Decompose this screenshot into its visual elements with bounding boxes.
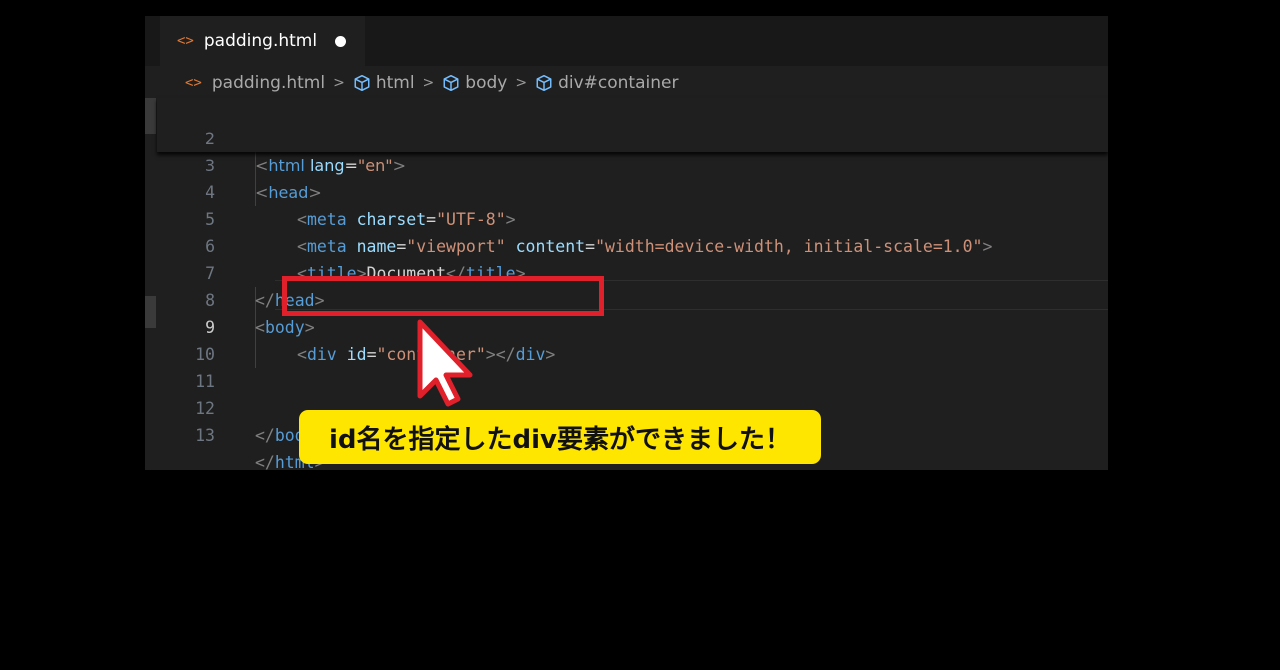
code-line[interactable]: 10 <box>145 314 1108 364</box>
code-line[interactable]: 6 <title>Document</title> <box>145 206 1108 283</box>
line-number: 13 <box>195 426 215 445</box>
code-token: </ <box>255 426 275 445</box>
tab-label: padding.html <box>203 31 318 51</box>
breadcrumb-item-file[interactable]: padding.html <box>212 73 325 93</box>
code-token: > <box>308 183 322 202</box>
tab-padding-html[interactable]: <> padding.html <box>160 16 365 66</box>
code-token: head <box>268 183 309 202</box>
code-token: < <box>255 156 269 175</box>
highlight-box <box>282 276 604 316</box>
cube-icon <box>354 74 370 92</box>
cube-icon <box>443 74 459 92</box>
breadcrumb-item-body[interactable]: body <box>465 73 507 93</box>
chevron-right-icon: > <box>515 75 528 91</box>
chevron-right-icon: > <box>333 75 345 91</box>
sticky-scroll-header[interactable]: 2 <html lang="en"> 3 <head> <box>157 98 1108 202</box>
code-line[interactable]: 7 </head> <box>145 233 1108 310</box>
code-text: <head> <box>255 179 322 206</box>
code-line[interactable]: 2 <html lang="en"> <box>145 98 1108 175</box>
html-file-icon: <> <box>185 75 202 91</box>
breadcrumb-item-div-container[interactable]: div#container <box>558 73 678 93</box>
code-token: </ <box>255 453 275 470</box>
callout-label: id名を指定したdiv要素ができました！ <box>299 410 821 464</box>
chevron-right-icon: > <box>422 75 435 91</box>
code-token: "en" <box>357 156 393 175</box>
html-file-icon: <> <box>177 33 194 49</box>
breadcrumb: <> padding.html > html > body > div#cont… <box>185 70 678 96</box>
cursor-arrow-icon <box>417 319 473 407</box>
breadcrumb-item-html[interactable]: html <box>376 73 415 93</box>
code-token: < <box>255 183 269 202</box>
line-number: 3 <box>204 156 215 175</box>
code-token: > <box>392 156 407 175</box>
cube-icon <box>536 74 552 92</box>
code-token: lang <box>304 156 345 175</box>
tab-bar: <> padding.html <box>145 16 1108 66</box>
code-text: <html lang="en"> <box>255 152 406 179</box>
code-line[interactable]: 12 </body> <box>145 368 1108 445</box>
code-editor: <> padding.html <> padding.html > html >… <box>145 16 1108 470</box>
code-token: = <box>344 156 358 175</box>
code-line[interactable]: 11 <box>145 341 1108 391</box>
code-line[interactable]: 3 <head> <box>145 125 1108 202</box>
code-token: html <box>268 156 305 175</box>
unsaved-dot-icon[interactable] <box>335 35 347 47</box>
